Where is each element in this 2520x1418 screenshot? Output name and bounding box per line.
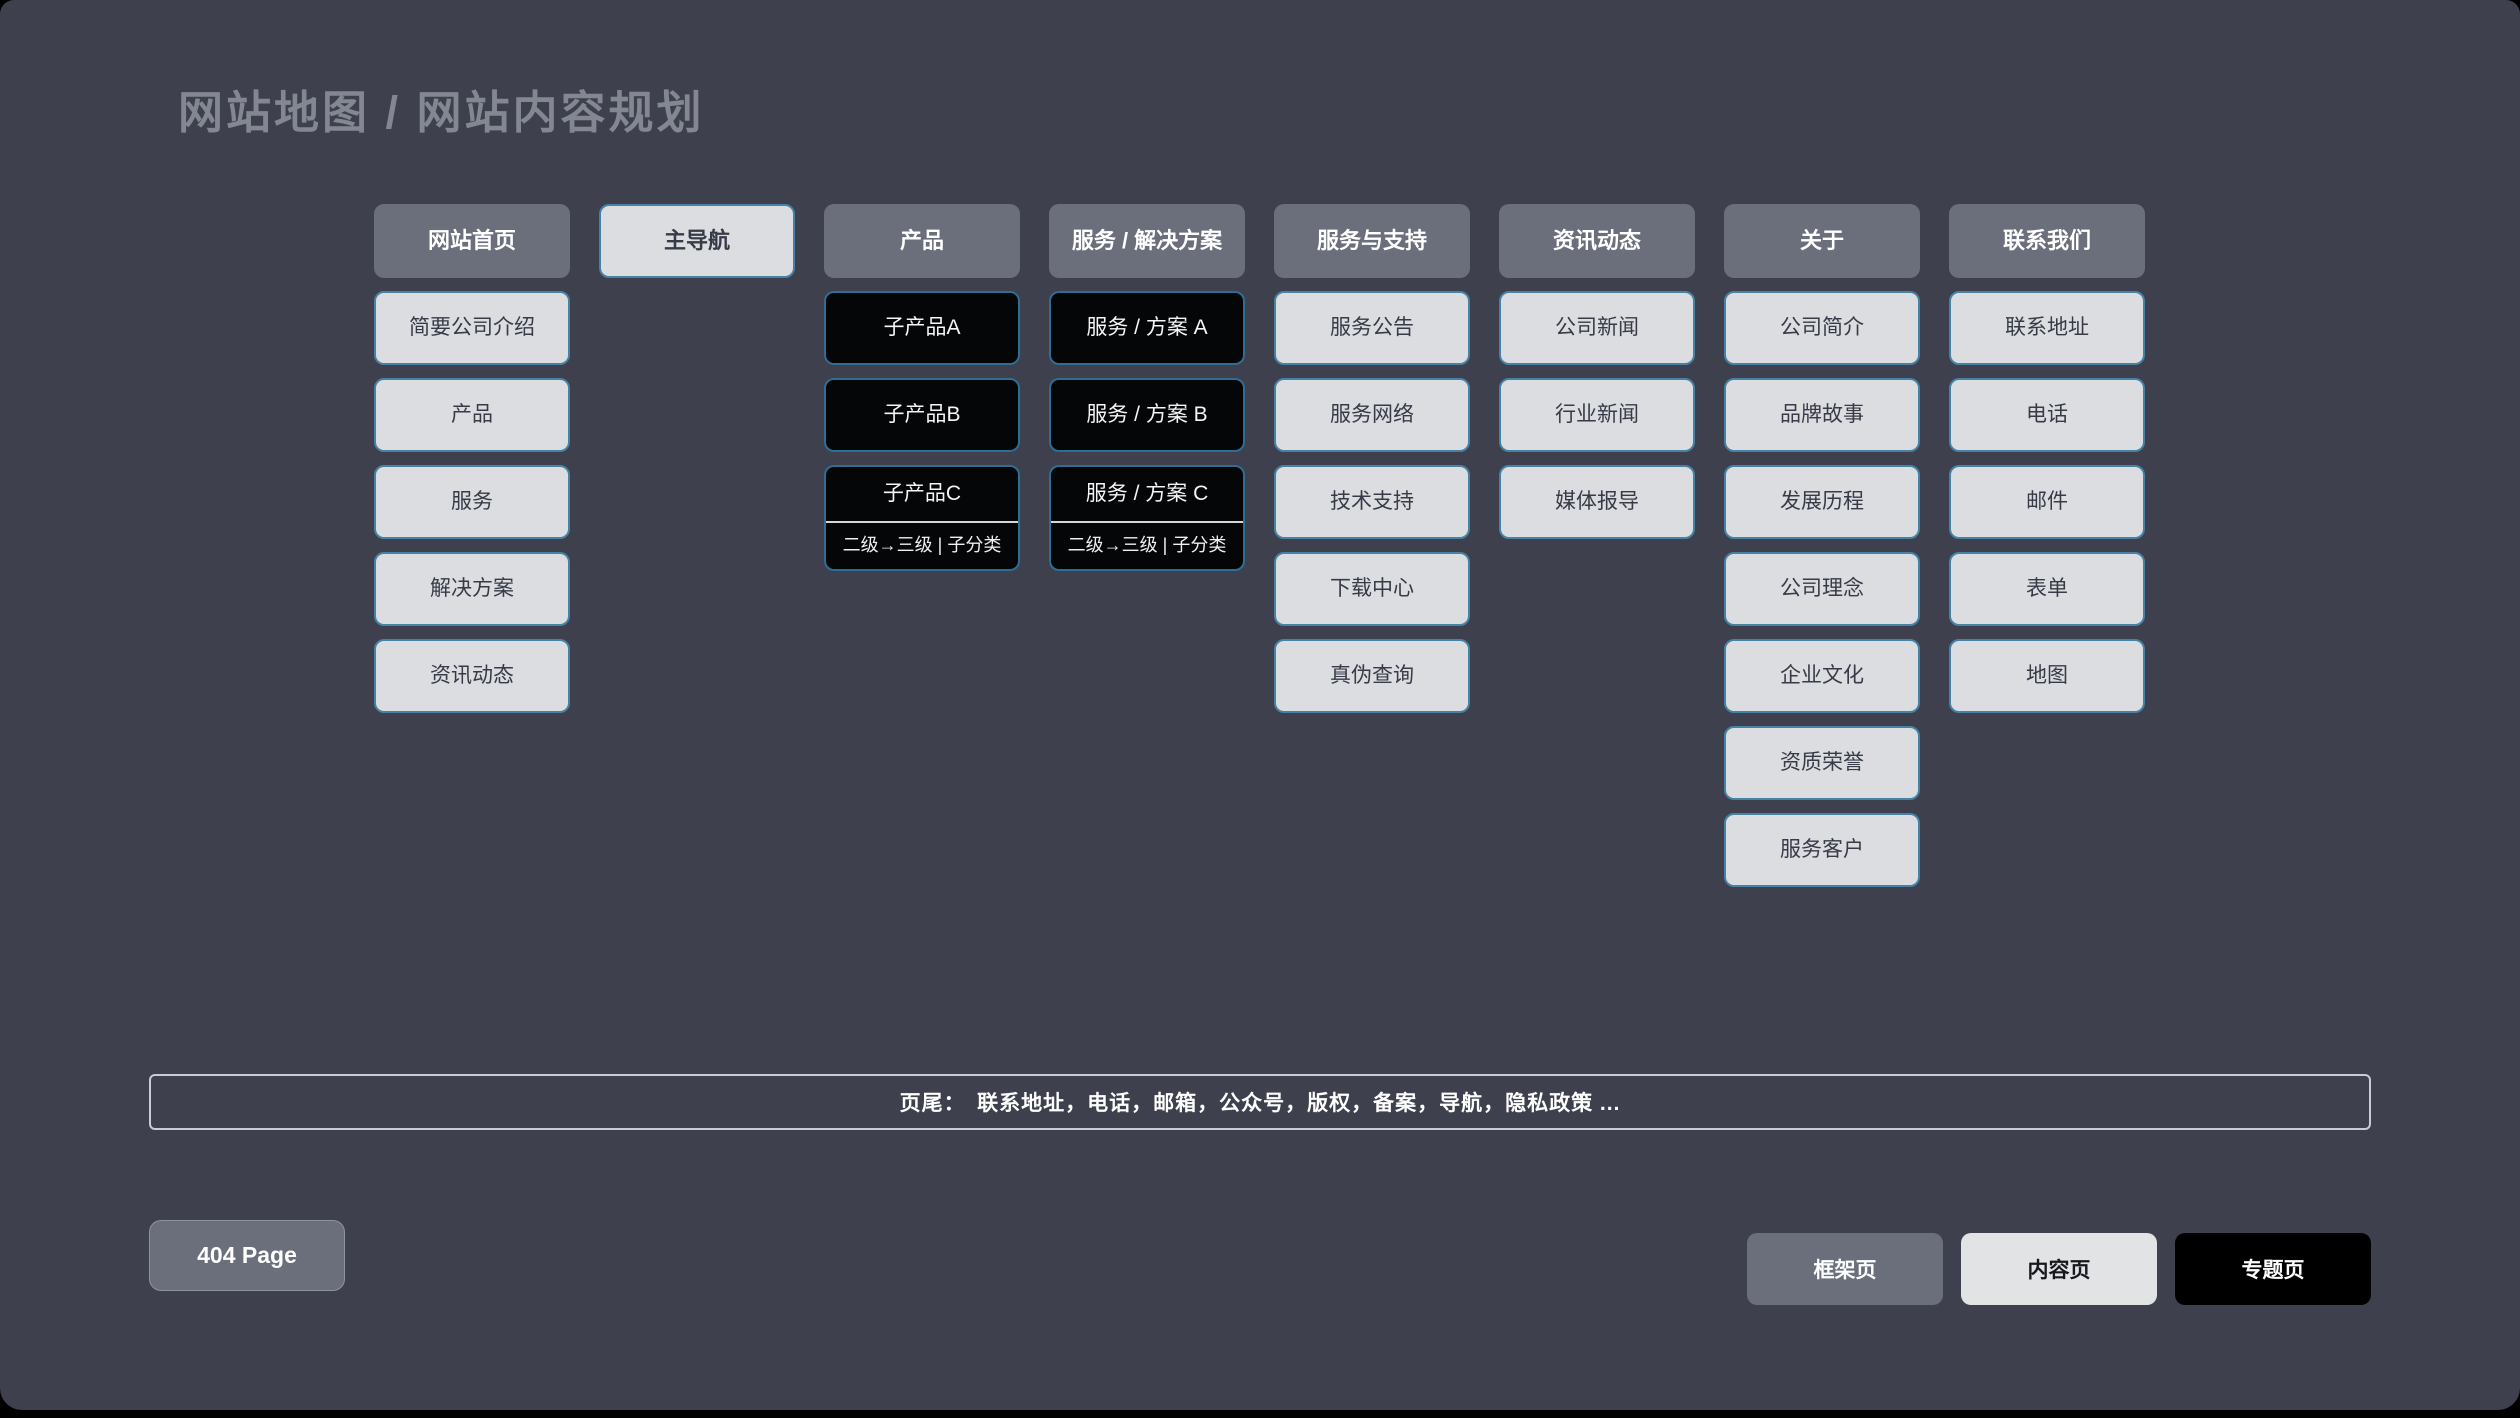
sitemap-node: 服务 / 方案 B — [1049, 378, 1245, 452]
sitemap-node: 简要公司介绍 — [374, 291, 570, 365]
column-header: 服务 / 解决方案 — [1049, 204, 1245, 278]
sitemap-column-2: 主导航 — [599, 204, 795, 887]
column-header: 主导航 — [599, 204, 795, 278]
sitemap-column-6: 资讯动态公司新闻行业新闻媒体报导 — [1499, 204, 1695, 887]
sitemap-column-5: 服务与支持服务公告服务网络技术支持下载中心真伪查询 — [1274, 204, 1470, 887]
sitemap-node: 邮件 — [1949, 465, 2145, 539]
footer-text: 页尾： 联系地址，电话，邮箱，公众号，版权，备案，导航，隐私政策 ... — [900, 1087, 1621, 1117]
page-404-chip: 404 Page — [149, 1220, 345, 1291]
sitemap-node: 电话 — [1949, 378, 2145, 452]
sitemap-node: 媒体报导 — [1499, 465, 1695, 539]
sitemap-node: 资讯动态 — [374, 639, 570, 713]
sitemap-node: 资质荣誉 — [1724, 726, 1920, 800]
sitemap-node: 公司新闻 — [1499, 291, 1695, 365]
sitemap-node: 服务 / 方案 C二级→三级 | 子分类 — [1049, 465, 1245, 571]
sitemap-node: 子产品C二级→三级 | 子分类 — [824, 465, 1020, 571]
column-header: 产品 — [824, 204, 1020, 278]
page-title: 网站地图 / 网站内容规划 — [178, 76, 705, 141]
footer-bar: 页尾： 联系地址，电话，邮箱，公众号，版权，备案，导航，隐私政策 ... — [149, 1074, 2371, 1130]
sitemap-node: 下载中心 — [1274, 552, 1470, 626]
sitemap-node: 表单 — [1949, 552, 2145, 626]
sitemap-node: 服务 / 方案 A — [1049, 291, 1245, 365]
sitemap-node: 地图 — [1949, 639, 2145, 713]
legend-frame-page: 框架页 — [1747, 1233, 1943, 1305]
sitemap-column-7: 关于公司简介品牌故事发展历程公司理念企业文化资质荣誉服务客户 — [1724, 204, 1920, 887]
sitemap-node: 公司简介 — [1724, 291, 1920, 365]
sitemap-node: 公司理念 — [1724, 552, 1920, 626]
sitemap-node: 服务网络 — [1274, 378, 1470, 452]
legend-special-page: 专题页 — [2175, 1233, 2371, 1305]
sitemap-node: 解决方案 — [374, 552, 570, 626]
sitemap-node: 联系地址 — [1949, 291, 2145, 365]
column-header: 资讯动态 — [1499, 204, 1695, 278]
column-header: 联系我们 — [1949, 204, 2145, 278]
sitemap-node: 服务客户 — [1724, 813, 1920, 887]
column-header: 服务与支持 — [1274, 204, 1470, 278]
sitemap-node-label: 子产品C — [826, 467, 1018, 521]
sitemap-node: 产品 — [374, 378, 570, 452]
sitemap-column-1: 网站首页简要公司介绍产品服务解决方案资讯动态 — [374, 204, 570, 887]
sitemap-column-4: 服务 / 解决方案服务 / 方案 A 服务 / 方案 B 服务 / 方案 C二级→三… — [1049, 204, 1245, 887]
sitemap-node-sublabel: 二级→三级 | 子分类 — [1051, 523, 1243, 569]
sitemap-node: 企业文化 — [1724, 639, 1920, 713]
column-header: 关于 — [1724, 204, 1920, 278]
page-type-legend: 框架页 内容页 专题页 — [1747, 1233, 2371, 1305]
sitemap-column-8: 联系我们联系地址电话邮件表单地图 — [1949, 204, 2145, 887]
sitemap-grid: 网站首页简要公司介绍产品服务解决方案资讯动态主导航产品子产品A子产品B子产品C二… — [374, 204, 2145, 887]
sitemap-node-sublabel: 二级→三级 | 子分类 — [826, 523, 1018, 569]
sitemap-node: 技术支持 — [1274, 465, 1470, 539]
column-header: 网站首页 — [374, 204, 570, 278]
sitemap-node: 子产品A — [824, 291, 1020, 365]
sitemap-column-3: 产品子产品A 子产品B 子产品C二级→三级 | 子分类 — [824, 204, 1020, 887]
sitemap-node: 发展历程 — [1724, 465, 1920, 539]
sitemap-node: 行业新闻 — [1499, 378, 1695, 452]
sitemap-canvas: 网站地图 / 网站内容规划 网站首页简要公司介绍产品服务解决方案资讯动态主导航产… — [0, 0, 2520, 1410]
sitemap-node: 子产品B — [824, 378, 1020, 452]
sitemap-node: 服务公告 — [1274, 291, 1470, 365]
sitemap-node: 服务 — [374, 465, 570, 539]
sitemap-node: 品牌故事 — [1724, 378, 1920, 452]
sitemap-node-label: 服务 / 方案 C — [1051, 467, 1243, 521]
legend-content-page: 内容页 — [1961, 1233, 2157, 1305]
sitemap-node: 真伪查询 — [1274, 639, 1470, 713]
